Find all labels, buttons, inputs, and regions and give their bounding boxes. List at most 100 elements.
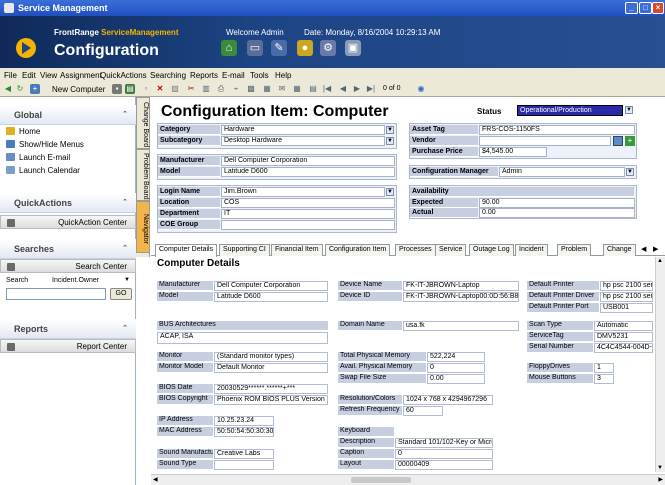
search-input[interactable] (6, 288, 106, 300)
search-select[interactable]: Incident.Owner (52, 277, 99, 284)
sidebar-item-email[interactable]: Launch E-mail (6, 153, 70, 162)
chevron-down-icon[interactable]: ▼ (386, 126, 394, 134)
quickactions-header[interactable]: QuickActions ⌃ (0, 193, 136, 213)
collapse-icon[interactable]: ⌃ (122, 324, 128, 332)
report-center-button[interactable]: Report Center (0, 339, 136, 353)
d-serial-field[interactable]: 4C4C4544-004D- (594, 343, 653, 353)
tab-scroll-right-icon[interactable]: ▶ (653, 245, 658, 253)
tab-problem[interactable]: Problem (557, 244, 592, 256)
lightbulb-icon[interactable]: ● (297, 40, 313, 56)
d-manufacturer-field[interactable]: Dell Computer Corporation (214, 281, 328, 291)
global-header[interactable]: Global ⌃ (0, 105, 136, 125)
d-mac-field[interactable]: 50:50:54:50:30:30 (214, 427, 274, 437)
d-swap-field[interactable]: 0.00 (427, 374, 485, 384)
chevron-down-icon[interactable]: ▼ (625, 106, 633, 114)
tab-supporting-ci[interactable]: Supporting CI (219, 244, 270, 256)
search-center-button[interactable]: Search Center (0, 259, 136, 273)
copy-icon[interactable]: ▤ (125, 84, 135, 94)
tab-incident[interactable]: Incident (515, 244, 548, 256)
next-record-icon[interactable]: ▶ (352, 84, 362, 94)
d-model-field[interactable]: Latitude D600 (214, 292, 328, 302)
chevron-down-icon[interactable]: ▼ (386, 188, 394, 196)
print-icon[interactable]: ⎙ (216, 84, 226, 94)
sidebar-item-showhide[interactable]: Show/Hide Menus (6, 140, 84, 149)
vertical-scrollbar[interactable]: ▲ ▼ (655, 257, 665, 472)
delete-icon[interactable]: ▫ (141, 84, 151, 94)
chevron-down-icon[interactable]: ▼ (386, 137, 394, 145)
close-button[interactable]: × (652, 2, 664, 14)
d-res-field[interactable]: 1024 x 768 x 4294967296 (403, 395, 493, 405)
asset-field[interactable]: FRS-COS-1150FS (479, 125, 635, 135)
vendor-add-icon[interactable]: + (625, 136, 635, 146)
d-apm-field[interactable]: 0 (427, 363, 485, 373)
d-bus-field[interactable]: ACAP, ISA (157, 332, 328, 344)
d-devname-field[interactable]: FK-IT-JBROWN-Laptop (403, 281, 519, 291)
searches-header[interactable]: Searches ⌃ (0, 239, 136, 259)
manufacturer-field[interactable]: Dell Computer Corporation (221, 156, 395, 166)
vendor-field[interactable] (479, 136, 611, 146)
menu-view[interactable]: View (40, 71, 57, 80)
attach-icon[interactable]: ▨ (170, 84, 180, 94)
sidebar-item-calendar[interactable]: Launch Calendar (6, 166, 80, 175)
new-computer-button[interactable]: New Computer (52, 85, 105, 94)
minimize-button[interactable]: _ (625, 2, 638, 14)
tools-icon[interactable]: ✎ (271, 40, 287, 56)
d-monitor-field[interactable]: (Standard monitor types) (214, 352, 328, 362)
d-printer-field[interactable]: hp psc 2100 seri (600, 281, 653, 291)
tab-service[interactable]: Service (435, 244, 467, 256)
scroll-thumb[interactable] (351, 477, 411, 483)
menu-email[interactable]: E-mail (222, 71, 245, 80)
vendor-lookup-icon[interactable] (613, 136, 623, 146)
login-select[interactable]: Jim.Brown (221, 187, 385, 197)
d-biosdate-field[interactable]: 20030529******.******+*** (214, 384, 328, 394)
prev-record-icon[interactable]: ◀ (338, 84, 348, 94)
scroll-right-icon[interactable]: ▶ (658, 476, 663, 483)
d-ip-field[interactable]: 10.25.23.24 (214, 416, 274, 426)
menu-file[interactable]: File (4, 71, 17, 80)
help-icon[interactable]: ◉ (416, 84, 426, 94)
tab-change[interactable]: Change (603, 244, 636, 256)
first-record-icon[interactable]: |◀ (322, 84, 332, 94)
d-desc-field[interactable]: Standard 101/102-Key or Micros (395, 438, 493, 448)
cancel-icon[interactable]: ✕ (155, 84, 165, 94)
gear-icon[interactable]: ⚙ (320, 40, 336, 56)
chart-icon[interactable]: ▤ (308, 84, 318, 94)
tab-processes[interactable]: Processes (395, 244, 436, 256)
category-select[interactable]: Hardware (221, 125, 385, 135)
last-record-icon[interactable]: ▶| (366, 84, 376, 94)
actual-field[interactable]: 0.00 (479, 208, 635, 218)
d-sound-type-field[interactable] (214, 460, 274, 470)
horizontal-scrollbar[interactable]: ◀ ▶ (151, 474, 665, 485)
tab-navigator[interactable]: Navigator (136, 201, 150, 253)
scroll-up-icon[interactable]: ▲ (657, 258, 663, 264)
d-refresh-field[interactable]: 60 (403, 406, 443, 416)
tab-configuration-item[interactable]: Configuration Item (325, 244, 391, 256)
menu-quickactions[interactable]: QuickActions (100, 71, 147, 80)
d-bioscopy-field[interactable]: Phoenix ROM BIOS PLUS Version 1 (214, 395, 328, 405)
find-icon[interactable]: ▩ (246, 84, 256, 94)
sidebar-item-home[interactable]: Home (6, 127, 40, 136)
d-tpm-field[interactable]: 522,224 (427, 352, 485, 362)
reports-header[interactable]: Reports ⌃ (0, 319, 136, 339)
model-field[interactable]: Latitude D600 (221, 167, 395, 177)
collapse-icon[interactable]: ⌃ (122, 110, 128, 118)
config-manager-select[interactable]: Admin (499, 167, 625, 177)
go-button[interactable]: GO (110, 288, 132, 300)
d-driver-field[interactable]: hp psc 2100 seri (600, 292, 653, 302)
scroll-down-icon[interactable]: ▼ (657, 465, 663, 471)
paste-icon[interactable]: ▥ (201, 84, 211, 94)
report-icon[interactable]: ▦ (262, 84, 272, 94)
link-icon[interactable]: ⌁ (231, 84, 241, 94)
expected-field[interactable]: 90.00 (479, 198, 635, 208)
menu-reports[interactable]: Reports (190, 71, 218, 80)
d-caption-field[interactable]: 0 (395, 449, 493, 459)
menu-assignment[interactable]: Assignment (60, 71, 102, 80)
tab-outage-log[interactable]: Outage Log (469, 244, 514, 256)
location-field[interactable]: COS (221, 198, 395, 208)
d-scan-field[interactable]: Automatic (594, 321, 653, 331)
coe-field[interactable] (221, 220, 395, 230)
chevron-down-icon[interactable]: ▼ (124, 277, 130, 283)
menu-tools[interactable]: Tools (250, 71, 269, 80)
quickaction-center-button[interactable]: QuickAction Center (0, 215, 136, 229)
home-icon[interactable]: ⌂ (221, 40, 237, 56)
